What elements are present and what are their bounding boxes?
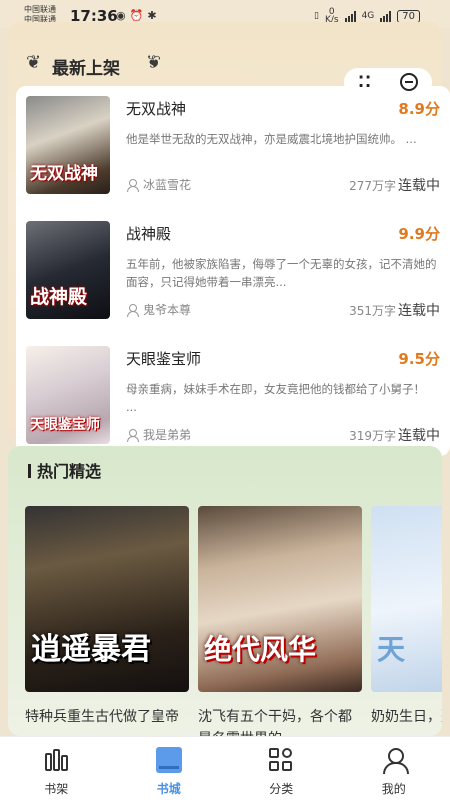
book-cover[interactable]: 无双战神 xyxy=(26,96,110,194)
person-icon xyxy=(126,303,139,317)
title-bar-accent xyxy=(28,464,31,478)
book-meta: 277万字 连载中 xyxy=(349,175,440,195)
book-author: 我是弟弟 xyxy=(126,426,191,443)
laurel-right-icon: ❦ xyxy=(146,52,162,73)
cover-title: 天 xyxy=(377,633,406,666)
tab-category[interactable]: 分类 xyxy=(225,737,338,800)
hot-picks-section: 热门精选 逍遥暴君 特种兵重生古代做了皇帝 绝代风华 沈飞有五个干妈，各个都是名… xyxy=(8,446,442,736)
author-name: 冰蓝雪花 xyxy=(143,178,192,192)
floating-controls: ⁚⁚ xyxy=(344,68,432,96)
signal-icon-2 xyxy=(380,10,392,22)
hot-book-description[interactable]: 奶奶生日，整顿的钱 xyxy=(371,706,442,736)
serial-status: 连载中 xyxy=(398,428,440,444)
author-name: 鬼爷本尊 xyxy=(143,303,192,317)
alarm-icon: ⏰ xyxy=(129,9,148,22)
battery-indicator: 70 xyxy=(397,9,420,23)
book-description: 五年前，他被家族陷害，侮辱了一个无辜的女孩，记不清她的面容，只记得她带着一串漂亮… xyxy=(126,257,437,289)
bluetooth-icon: ✱ xyxy=(147,9,161,22)
tab-label: 书城 xyxy=(156,782,181,796)
bookshelf-icon xyxy=(43,747,69,773)
book-score: 8.9分 xyxy=(398,100,440,118)
section-title: 最新上架 xyxy=(52,59,120,79)
book-store-icon xyxy=(155,747,182,773)
book-title[interactable]: 战神殿 xyxy=(126,223,171,244)
word-count: 277万字 xyxy=(349,179,396,193)
laurel-left-icon: ❦ xyxy=(26,52,42,73)
book-title[interactable]: 无双战神 xyxy=(126,98,186,119)
book-cover[interactable]: 战神殿 xyxy=(26,221,110,319)
book-item[interactable]: 天眼鉴宝师 天眼鉴宝师 9.5分 母亲重病，妹妹手术在即，女友竟把他的钱都给了小… xyxy=(16,336,450,461)
tab-bookshelf[interactable]: 书架 xyxy=(0,737,113,800)
hot-book-cover[interactable]: 逍遥暴君 xyxy=(25,506,189,692)
book-score: 9.5分 xyxy=(398,350,440,368)
author-name: 我是弟弟 xyxy=(143,428,192,442)
book-item[interactable]: 无双战神 无双战神 8.9分 他是举世无敌的无双战神，亦是威震北境地护国统帅。 … xyxy=(16,86,450,211)
close-mini-icon[interactable] xyxy=(400,73,419,91)
hot-book-cover[interactable]: 天 xyxy=(371,506,442,692)
new-arrivals-section: ❦ 最新上架 ❦ 无双战神 无双战神 8.9分 他是举世无敌的无双战神，亦是威震… xyxy=(8,22,450,456)
tab-mine[interactable]: 我的 xyxy=(338,737,450,800)
cover-title: 战神殿 xyxy=(30,286,88,308)
section-title: 热门精选 xyxy=(28,458,101,482)
book-cover[interactable]: 天眼鉴宝师 xyxy=(26,346,110,444)
category-grid-icon xyxy=(268,747,294,773)
book-title[interactable]: 天眼鉴宝师 xyxy=(126,348,201,369)
book-meta: 351万字 连载中 xyxy=(349,300,440,320)
person-icon xyxy=(126,178,139,192)
serial-status: 连载中 xyxy=(398,178,440,194)
hot-book-cover[interactable]: 绝代风华 xyxy=(198,506,362,692)
person-icon xyxy=(126,428,139,442)
cover-title: 绝代风华 xyxy=(204,633,317,666)
book-description: 母亲重病，妹妹手术在即，女友竟把他的钱都给了小舅子！ ... xyxy=(126,382,425,414)
tab-label: 书架 xyxy=(44,782,69,796)
book-item[interactable]: 战神殿 战神殿 9.9分 五年前，他被家族陷害，侮辱了一个无辜的女孩，记不清她的… xyxy=(16,211,450,336)
book-meta: 319万字 连载中 xyxy=(349,425,440,445)
cover-title: 无双战神 xyxy=(30,164,98,184)
tab-bookstore[interactable]: 书城 xyxy=(113,737,226,800)
network-type: 4G xyxy=(361,11,375,21)
word-count: 351万字 xyxy=(349,304,396,318)
profile-icon xyxy=(381,747,409,774)
eye-icon: ◉ xyxy=(116,9,130,22)
book-score: 9.9分 xyxy=(398,225,440,243)
cover-title: 逍遥暴君 xyxy=(31,632,151,667)
book-author: 冰蓝雪花 xyxy=(126,176,191,193)
hot-book-description[interactable]: 沈飞有五个干妈，各个都是名震世界的 xyxy=(198,706,362,736)
more-options-icon[interactable]: ⁚⁚ xyxy=(358,74,372,90)
tab-label: 我的 xyxy=(381,782,406,796)
book-list: 无双战神 无双战神 8.9分 他是举世无敌的无双战神，亦是威震北境地护国统帅。 … xyxy=(16,86,450,456)
signal-icon xyxy=(344,10,356,22)
tab-label: 分类 xyxy=(269,782,294,796)
notification-icons: ◉⏰✱ xyxy=(116,9,161,22)
book-author: 鬼爷本尊 xyxy=(126,301,191,318)
book-description: 他是举世无敌的无双战神，亦是威震北境地护国统帅。 ... xyxy=(126,132,417,146)
carrier-1: 中国联通 xyxy=(24,5,56,14)
vibrate-icon: ▯ xyxy=(313,11,319,21)
bottom-tab-bar: 书架 书城 分类 我的 xyxy=(0,736,450,800)
cover-title: 天眼鉴宝师 xyxy=(30,417,100,433)
word-count: 319万字 xyxy=(349,429,396,443)
hot-book-description[interactable]: 特种兵重生古代做了皇帝 xyxy=(25,706,189,736)
serial-status: 连载中 xyxy=(398,303,440,319)
